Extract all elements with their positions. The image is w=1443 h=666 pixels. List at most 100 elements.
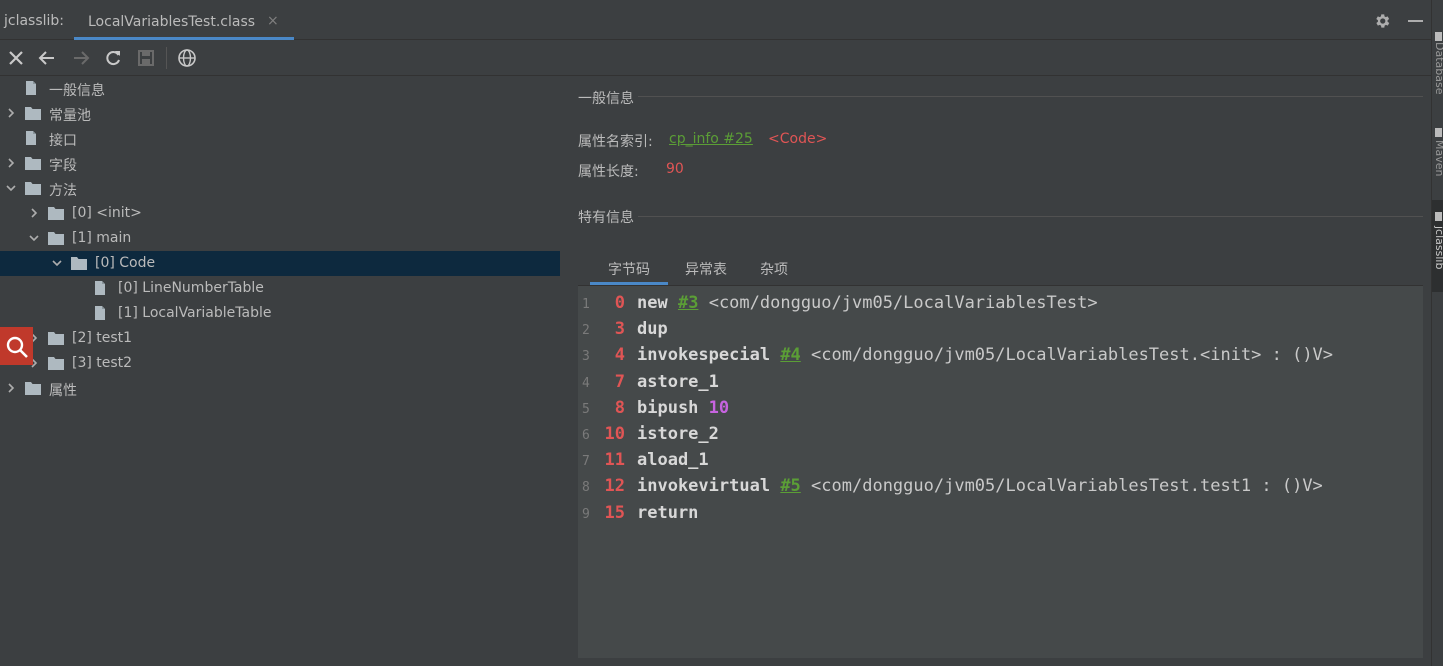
- tree-node-label: [1] main: [72, 230, 132, 246]
- bytecode-line: 7 11 aload_1: [578, 447, 1423, 473]
- bytecode-instruction: dup: [637, 319, 668, 339]
- chevron-right-icon[interactable]: [28, 207, 40, 219]
- toolbar: [0, 40, 1431, 76]
- tree-node[interactable]: 常量池: [0, 101, 560, 126]
- back-arrow-icon[interactable]: [37, 48, 57, 68]
- globe-icon[interactable]: [177, 48, 197, 68]
- tab-misc[interactable]: 杂项: [750, 259, 798, 285]
- chevron-right-icon[interactable]: [5, 157, 17, 169]
- tab-label: LocalVariablesTest.class: [88, 14, 256, 30]
- bytecode-offset: 15: [604, 502, 625, 523]
- tree-node-label: [0] Code: [95, 255, 156, 271]
- minimize-icon[interactable]: [1408, 20, 1423, 22]
- tool-window-maven[interactable]: Maven: [1433, 140, 1443, 176]
- tree-node-label: 方法: [49, 183, 77, 199]
- tree-node[interactable]: [0] Code: [0, 251, 560, 276]
- general-info-title: 一般信息: [578, 91, 634, 107]
- bytecode-instruction: new #3 <com/dongguo/jvm05/LocalVariables…: [637, 293, 1098, 313]
- database-icon: [1435, 32, 1442, 41]
- tree-node[interactable]: 字段: [0, 151, 560, 176]
- bytecode-listing[interactable]: 1 0 new #3 <com/dongguo/jvm05/LocalVariabl…: [578, 285, 1423, 658]
- tree-node[interactable]: 接口: [0, 126, 560, 151]
- tool-window-jclasslib[interactable]: jclasslib: [1433, 226, 1443, 269]
- bytecode-instruction: invokespecial #4 <com/dongguo/jvm05/Loca…: [637, 345, 1333, 365]
- bytecode-offset: 3: [614, 319, 625, 340]
- length-label: 属性长度:: [578, 164, 639, 180]
- tree-node[interactable]: [1] main: [0, 226, 560, 251]
- chevron-down-icon[interactable]: [51, 257, 63, 269]
- opcode: dup: [637, 319, 668, 340]
- constant-pool-link[interactable]: #3: [678, 293, 698, 313]
- close-icon[interactable]: [6, 48, 26, 68]
- tab-bytecode[interactable]: 字节码: [590, 259, 668, 285]
- bytecode-line: 5 8 bipush 10: [578, 395, 1423, 421]
- chevron-down-icon[interactable]: [28, 232, 40, 244]
- jclasslib-icon: [1435, 212, 1442, 221]
- specific-info-divider: [638, 216, 1423, 217]
- opcode: invokevirtual: [637, 476, 771, 497]
- tree-node[interactable]: 属性: [0, 376, 560, 401]
- file-icon: [23, 81, 39, 95]
- line-number: 7: [582, 454, 590, 470]
- line-number: 2: [582, 323, 590, 339]
- bytecode-offset: 0: [614, 293, 625, 313]
- operand-comment: <com/dongguo/jvm05/LocalVariablesTest.<i…: [811, 345, 1334, 366]
- file-icon: [92, 306, 108, 320]
- cp-info-link[interactable]: cp_info #25: [669, 131, 753, 147]
- line-number: 4: [582, 375, 590, 391]
- bytecode-line: 3 4 invokespecial #4 <com/dongguo/jvm05/Lo…: [578, 342, 1423, 368]
- tree-node-label: 一般信息: [49, 83, 105, 99]
- tree-node-label: [0] LineNumberTable: [118, 280, 264, 296]
- search-button[interactable]: [0, 327, 33, 365]
- tree-node-label: [2] test1: [72, 330, 133, 346]
- opcode: return: [637, 502, 699, 523]
- line-number: 3: [582, 349, 590, 365]
- tree-node[interactable]: [0] <init>: [0, 201, 560, 226]
- folder-icon: [48, 206, 64, 220]
- tree-node[interactable]: 一般信息: [0, 76, 560, 101]
- chevron-down-icon[interactable]: [5, 182, 17, 194]
- folder-icon: [25, 106, 41, 120]
- constant-pool-link[interactable]: #5: [780, 476, 800, 496]
- tab-close-icon[interactable]: ×: [267, 13, 279, 29]
- line-number: 6: [582, 428, 590, 443]
- tree-node-label: 常量池: [49, 108, 91, 124]
- refresh-icon[interactable]: [103, 48, 123, 68]
- folder-icon: [71, 256, 87, 270]
- tree-node-label: 字段: [49, 158, 77, 174]
- chevron-right-icon[interactable]: [5, 382, 17, 394]
- tool-window-database[interactable]: Database: [1433, 42, 1443, 95]
- bytecode-line: 4 7 astore_1: [578, 369, 1423, 395]
- tree-node-label: [3] test2: [72, 355, 133, 371]
- constant-pool-link[interactable]: #4: [780, 345, 800, 365]
- tree-node-label: 属性: [49, 383, 77, 399]
- tree-node[interactable]: [2] test1: [0, 326, 560, 351]
- bytecode-instruction: bipush 10: [637, 398, 729, 418]
- folder-icon: [48, 331, 64, 345]
- bytecode-line: 9 15 return: [578, 500, 1423, 526]
- tree-node-label: 接口: [49, 133, 77, 149]
- tree-node[interactable]: [1] LocalVariableTable: [0, 301, 560, 326]
- tree-node-label: [0] <init>: [72, 205, 142, 221]
- bytecode-instruction: astore_1: [637, 372, 719, 392]
- tree-node[interactable]: 方法: [0, 176, 560, 201]
- line-number: 5: [582, 401, 590, 417]
- chevron-right-icon[interactable]: [5, 107, 17, 119]
- tree-node[interactable]: [3] test2: [0, 351, 560, 376]
- tab-exception-table[interactable]: 异常表: [676, 259, 736, 285]
- maven-icon: [1435, 128, 1442, 137]
- tree-node[interactable]: [0] LineNumberTable: [0, 276, 560, 301]
- folder-icon: [25, 381, 41, 395]
- bytecode-line: 2 3 dup: [578, 316, 1423, 342]
- bytecode-line: 6 10 istore_2: [578, 421, 1423, 447]
- bytecode-offset: 8: [614, 397, 625, 418]
- opcode: astore_1: [637, 371, 719, 392]
- tab-localvariablestest-class[interactable]: LocalVariablesTest.class ×: [74, 0, 294, 40]
- forward-arrow-icon[interactable]: [71, 48, 91, 68]
- attribute-detail-panel: 一般信息 属性名索引: cp_info #25 <Code> 属性长度: 90 …: [560, 76, 1431, 666]
- gear-icon[interactable]: [1373, 12, 1391, 30]
- file-icon: [92, 281, 108, 295]
- bytecode-line: 8 12 invokevirtual #5 <com/dongguo/jvm05/L…: [578, 473, 1423, 499]
- save-icon[interactable]: [136, 48, 156, 68]
- opcode: new: [637, 293, 668, 313]
